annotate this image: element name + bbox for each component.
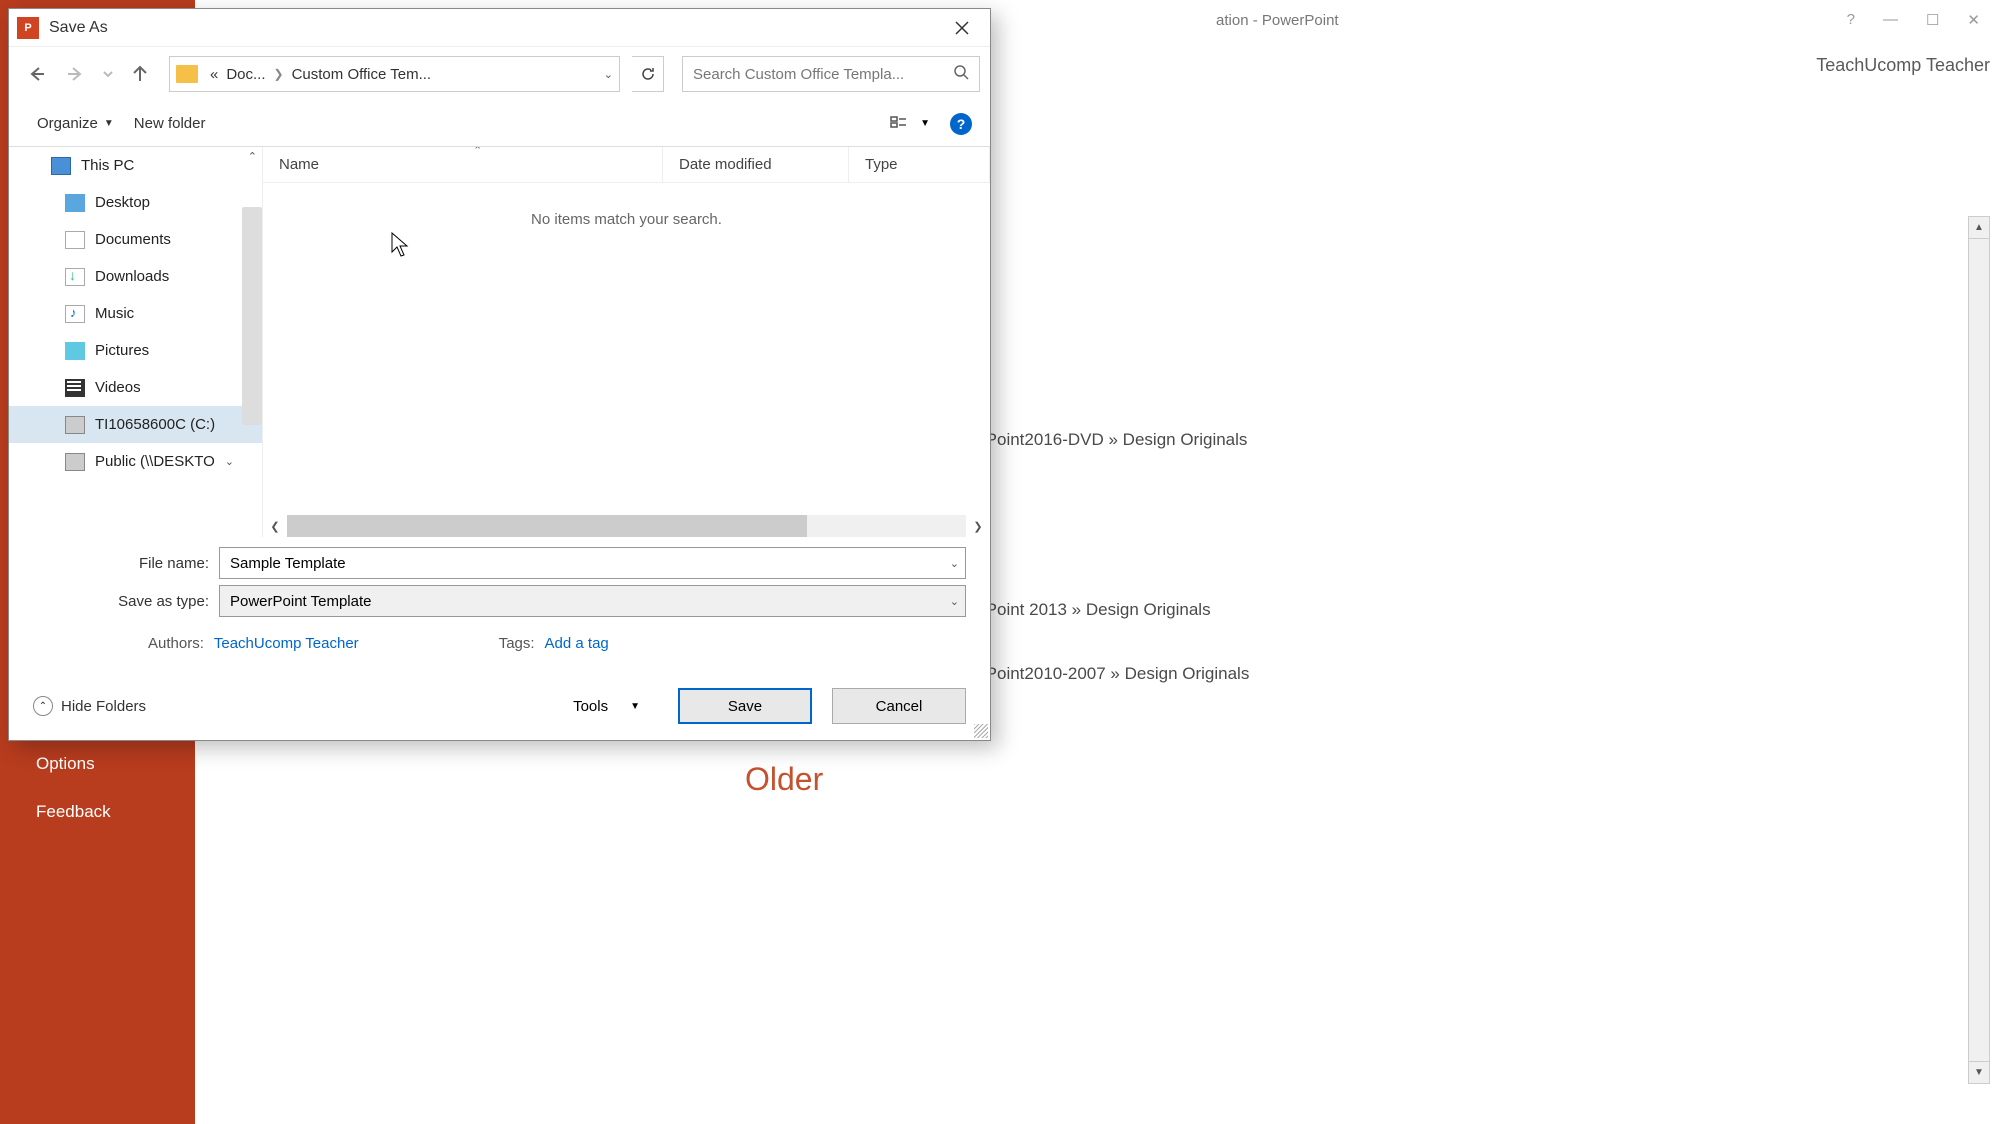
downloads-icon — [65, 268, 85, 286]
file-list: ⌃ Name Date modified Type No items match… — [263, 147, 990, 537]
filename-label: File name: — [33, 555, 219, 572]
file-list-hscroll[interactable]: ❮ ❯ — [263, 515, 990, 537]
address-bar[interactable]: « Doc... ❯ Custom Office Tem... ⌄ — [169, 56, 620, 92]
nav-forward-button[interactable] — [59, 57, 93, 91]
sort-indicator-icon: ⌃ — [473, 147, 482, 157]
ppt-help-button[interactable]: ? — [1847, 11, 1855, 29]
recent-path-2[interactable]: rPoint 2013 » Design Originals — [980, 600, 1249, 620]
sidebar-item-feedback[interactable]: Feedback — [0, 788, 195, 836]
breadcrumb-2[interactable]: Custom Office Tem... — [288, 66, 436, 83]
savetype-label: Save as type: — [33, 593, 219, 610]
pc-icon — [51, 157, 71, 175]
tree-expand-icon[interactable]: ⌄ — [225, 455, 234, 468]
maximize-button[interactable]: ☐ — [1926, 11, 1939, 29]
authors-value[interactable]: TeachUcomp Teacher — [214, 635, 359, 652]
dialog-titlebar: P Save As — [9, 9, 990, 47]
user-label[interactable]: TeachUcomp Teacher — [1816, 55, 1990, 76]
powerpoint-icon: P — [17, 17, 39, 39]
refresh-button[interactable] — [632, 56, 664, 92]
tree-documents[interactable]: Documents — [9, 221, 262, 258]
authors-label: Authors: — [148, 635, 204, 652]
organize-button[interactable]: Organize ▼ — [27, 109, 124, 138]
tags-value[interactable]: Add a tag — [545, 635, 609, 652]
hscroll-left-button[interactable]: ❮ — [263, 515, 287, 537]
dialog-bottom-panel: File name: Sample Template ⌄ Save as typ… — [9, 537, 990, 740]
tags-label: Tags: — [499, 635, 535, 652]
pictures-icon — [65, 342, 85, 360]
minimize-button[interactable]: — — [1883, 11, 1898, 29]
recent-path-1[interactable]: rPoint2016-DVD » Design Originals — [980, 430, 1249, 450]
hide-folders-button[interactable]: ⌃ Hide Folders — [33, 696, 146, 716]
breadcrumb-1[interactable]: Doc... — [222, 66, 269, 83]
tree-this-pc[interactable]: This PC — [9, 147, 262, 184]
sidebar-item-options[interactable]: Options — [0, 740, 195, 788]
dialog-nav-bar: « Doc... ❯ Custom Office Tem... ⌄ Search… — [9, 47, 990, 101]
savetype-dropdown[interactable]: PowerPoint Template ⌄ — [219, 585, 966, 617]
documents-icon — [65, 231, 85, 249]
breadcrumb-pre[interactable]: « — [206, 66, 222, 83]
chevron-up-icon: ⌃ — [33, 696, 53, 716]
search-placeholder: Search Custom Office Templa... — [693, 66, 904, 83]
tree-scroll-up[interactable]: ⌃ — [248, 150, 257, 163]
column-date[interactable]: Date modified — [663, 147, 849, 182]
savetype-dropdown-icon[interactable]: ⌄ — [950, 595, 959, 608]
network-drive-icon — [65, 453, 85, 471]
recent-paths: rPoint2016-DVD » Design Originals rPoint… — [980, 430, 1249, 728]
search-icon[interactable] — [953, 64, 969, 84]
close-button[interactable]: ✕ — [1967, 11, 1980, 29]
help-button[interactable]: ? — [950, 113, 972, 135]
dialog-toolbar: Organize ▼ New folder ▼ ? — [9, 101, 990, 147]
filename-input[interactable]: Sample Template ⌄ — [219, 547, 966, 579]
nav-up-button[interactable] — [123, 57, 157, 91]
nav-back-button[interactable] — [19, 57, 53, 91]
chevron-right-icon[interactable]: ❯ — [270, 67, 288, 81]
tree-videos[interactable]: Videos — [9, 369, 262, 406]
column-headers: ⌃ Name Date modified Type — [263, 147, 990, 183]
resize-grip[interactable] — [974, 724, 988, 738]
tree-desktop[interactable]: Desktop — [9, 184, 262, 221]
dialog-title: Save As — [49, 19, 942, 37]
view-options-button[interactable]: ▼ — [884, 111, 936, 137]
videos-icon — [65, 379, 85, 397]
tree-scrollbar-thumb[interactable] — [242, 207, 262, 425]
column-type[interactable]: Type — [849, 147, 990, 182]
empty-message: No items match your search. — [263, 183, 990, 256]
scroll-down-button[interactable]: ▼ — [1969, 1061, 1989, 1083]
nav-recent-dropdown[interactable] — [99, 57, 117, 91]
older-heading: Older — [745, 761, 823, 798]
music-icon — [65, 305, 85, 323]
drive-icon — [65, 416, 85, 434]
dialog-close-button[interactable] — [942, 13, 982, 43]
cancel-button[interactable]: Cancel — [832, 688, 966, 724]
folder-icon — [176, 65, 198, 83]
tools-dropdown[interactable]: Tools ▼ — [559, 692, 654, 721]
save-button[interactable]: Save — [678, 688, 812, 724]
tree-public[interactable]: Public (\\DESKTO ⌄ — [9, 443, 262, 480]
hscroll-thumb[interactable] — [287, 515, 807, 537]
vertical-scrollbar[interactable]: ▲ ▼ — [1968, 216, 1990, 1084]
tree-drive-c[interactable]: TI10658600C (C:) — [9, 406, 262, 443]
column-name[interactable]: Name — [263, 147, 663, 182]
address-dropdown[interactable]: ⌄ — [604, 68, 613, 81]
tree-music[interactable]: Music — [9, 295, 262, 332]
filename-dropdown-icon[interactable]: ⌄ — [950, 557, 959, 570]
folder-tree: ⌃ This PC Desktop Documents Downloads Mu… — [9, 147, 263, 537]
scroll-up-button[interactable]: ▲ — [1969, 217, 1989, 239]
save-as-dialog: P Save As « Doc... ❯ Custom Office Tem..… — [8, 8, 991, 741]
search-input[interactable]: Search Custom Office Templa... — [682, 56, 980, 92]
recent-path-3[interactable]: rPoint2010-2007 » Design Originals — [980, 664, 1249, 684]
tree-downloads[interactable]: Downloads — [9, 258, 262, 295]
desktop-icon — [65, 194, 85, 212]
hscroll-right-button[interactable]: ❯ — [966, 515, 990, 537]
tree-pictures[interactable]: Pictures — [9, 332, 262, 369]
new-folder-button[interactable]: New folder — [124, 109, 216, 138]
